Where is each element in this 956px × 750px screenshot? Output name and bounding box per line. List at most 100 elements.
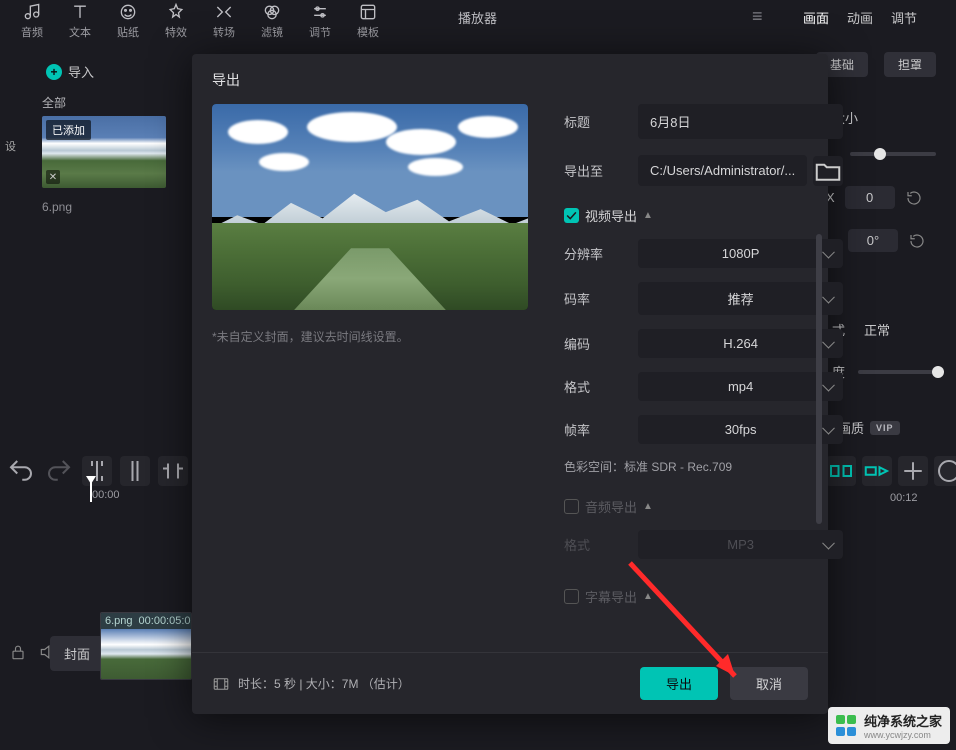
label: 帧率 <box>564 420 638 439</box>
x-input[interactable]: 0 <box>845 186 895 209</box>
tool-audio[interactable]: 音频 <box>12 0 52 40</box>
label: 贴纸 <box>117 24 139 40</box>
tool-effect[interactable]: 特效 <box>156 0 196 40</box>
tool-btn-3[interactable] <box>158 456 188 486</box>
sidebar-all[interactable]: 全部 <box>42 94 66 111</box>
thumbnail-image: 已添加 ✕ <box>42 116 166 188</box>
export-preview <box>212 104 528 310</box>
lock-icon[interactable] <box>8 642 28 662</box>
time-tick: 00:12 <box>890 492 918 504</box>
tool-adjust[interactable]: 调节 <box>300 0 340 40</box>
template-icon <box>358 2 378 22</box>
dialog-scrollbar[interactable] <box>816 234 822 524</box>
sticker-icon <box>118 2 138 22</box>
resolution-select[interactable]: 1080P <box>638 239 843 268</box>
film-icon <box>212 675 230 693</box>
reset-icon[interactable] <box>908 232 926 250</box>
right-tabs: 画面 动画 调节 <box>803 8 917 27</box>
title-input[interactable]: 6月8日 <box>638 104 843 139</box>
label: 导出至 <box>564 161 638 180</box>
tool-filter[interactable]: 滤镜 <box>252 0 292 40</box>
tab-picture[interactable]: 画面 <box>803 8 829 27</box>
dialog-footer: 时长：5 秒 | 大小：7M （估计） 导出 取消 <box>192 652 828 714</box>
browse-folder-button[interactable] <box>813 156 843 186</box>
bitrate-row: 码率推荐 <box>564 282 843 315</box>
btn-scope[interactable]: 担罩 <box>884 52 936 77</box>
label: 标题 <box>564 112 638 131</box>
cover-button[interactable]: 封面 <box>50 636 104 671</box>
vip-badge: VIP <box>870 421 900 435</box>
undo-button[interactable] <box>6 456 36 486</box>
label: 滤镜 <box>261 24 283 40</box>
cancel-button[interactable]: 取消 <box>730 667 808 700</box>
encoding-select[interactable]: H.264 <box>638 329 843 358</box>
split-button[interactable] <box>82 456 112 486</box>
tool-d[interactable] <box>934 456 956 486</box>
label: 导入 <box>68 62 94 81</box>
audio-format-row: 格式MP3 <box>564 530 843 559</box>
mode-value[interactable]: 正常 <box>864 320 890 339</box>
label: 调节 <box>309 24 331 40</box>
video-export-section[interactable]: 视频导出 ▲ <box>564 206 843 225</box>
tool-c[interactable] <box>898 456 928 486</box>
colorspace-info: 色彩空间：标准 SDR - Rec.709 <box>564 458 843 475</box>
audio-export-section[interactable]: 音频导出 ▲ <box>564 497 843 516</box>
export-button[interactable]: 导出 <box>640 667 718 700</box>
redo-button[interactable] <box>44 456 74 486</box>
format-select[interactable]: mp4 <box>638 372 843 401</box>
bitrate-select[interactable]: 推荐 <box>638 282 843 315</box>
import-button[interactable]: + 导入 <box>46 62 94 81</box>
thumbnail-caption: 6.png <box>42 200 166 214</box>
framerate-row: 帧率30fps <box>564 415 843 444</box>
tool-transition[interactable]: 转场 <box>204 0 244 40</box>
timeline-clip[interactable]: 6.png00:00:05:00 <box>100 612 192 680</box>
watermark-url: www.ycwjzy.com <box>864 730 942 740</box>
label: 码率 <box>564 289 638 308</box>
size-slider[interactable] <box>850 152 936 156</box>
tool-b[interactable] <box>862 456 892 486</box>
chevron-up-icon: ▲ <box>643 591 653 602</box>
plus-icon: + <box>46 64 62 80</box>
tool-sticker[interactable]: 贴纸 <box>108 0 148 40</box>
framerate-select[interactable]: 30fps <box>638 415 843 444</box>
rotation-input[interactable]: 0° <box>848 229 898 252</box>
opacity-slider[interactable] <box>858 370 944 374</box>
preview-note: *未自定义封面，建议去时间线设置。 <box>212 328 528 345</box>
duration-info: 时长：5 秒 | 大小：7M （估计） <box>212 675 410 693</box>
remove-icon[interactable]: ✕ <box>46 170 60 184</box>
format-row: 格式mp4 <box>564 372 843 401</box>
tool-text[interactable]: 文本 <box>60 0 100 40</box>
label: 字幕导出 <box>585 587 637 606</box>
reset-icon[interactable] <box>905 189 923 207</box>
field-export-to: 导出至 C:/Users/Administrator/... <box>564 155 843 186</box>
quality-row: 画质 VIP <box>838 418 900 437</box>
label: 视频导出 <box>585 206 637 225</box>
filter-icon <box>262 2 282 22</box>
chevron-up-icon: ▲ <box>643 501 653 512</box>
dialog-title: 导出 <box>192 54 828 104</box>
label: 文本 <box>69 24 91 40</box>
added-tag: 已添加 <box>46 120 91 140</box>
watermark-text: 纯净系统之家 <box>864 711 942 730</box>
watermark: 纯净系统之家 www.ycwjzy.com <box>828 707 950 744</box>
player-menu-icon[interactable]: ≡ <box>752 6 763 27</box>
label: 分辨率 <box>564 244 638 263</box>
resolution-row: 分辨率1080P <box>564 239 843 268</box>
subtitle-checkbox-icon <box>564 589 579 604</box>
subtitle-export-section[interactable]: 字幕导出 ▲ <box>564 587 843 606</box>
label: 时长：5 秒 | 大小：7M （估计） <box>238 675 410 692</box>
media-thumbnail[interactable]: 已添加 ✕ 6.png <box>42 116 166 214</box>
playhead-time: 00:00 <box>92 489 120 501</box>
player-title: 播放器 <box>458 8 497 27</box>
tab-adjust[interactable]: 调节 <box>891 8 917 27</box>
tab-animation[interactable]: 动画 <box>847 8 873 27</box>
audio-format-select: MP3 <box>638 530 843 559</box>
text-icon <box>70 2 90 22</box>
transition-icon <box>214 2 234 22</box>
export-dialog: 导出 *未自定义封面，建议去时间线设置。 标题 6月8日 <box>192 54 828 714</box>
effect-icon <box>166 2 186 22</box>
tool-btn-2[interactable] <box>120 456 150 486</box>
chevron-up-icon: ▲ <box>643 210 653 221</box>
tool-template[interactable]: 模板 <box>348 0 388 40</box>
path-input[interactable]: C:/Users/Administrator/... <box>638 155 807 186</box>
